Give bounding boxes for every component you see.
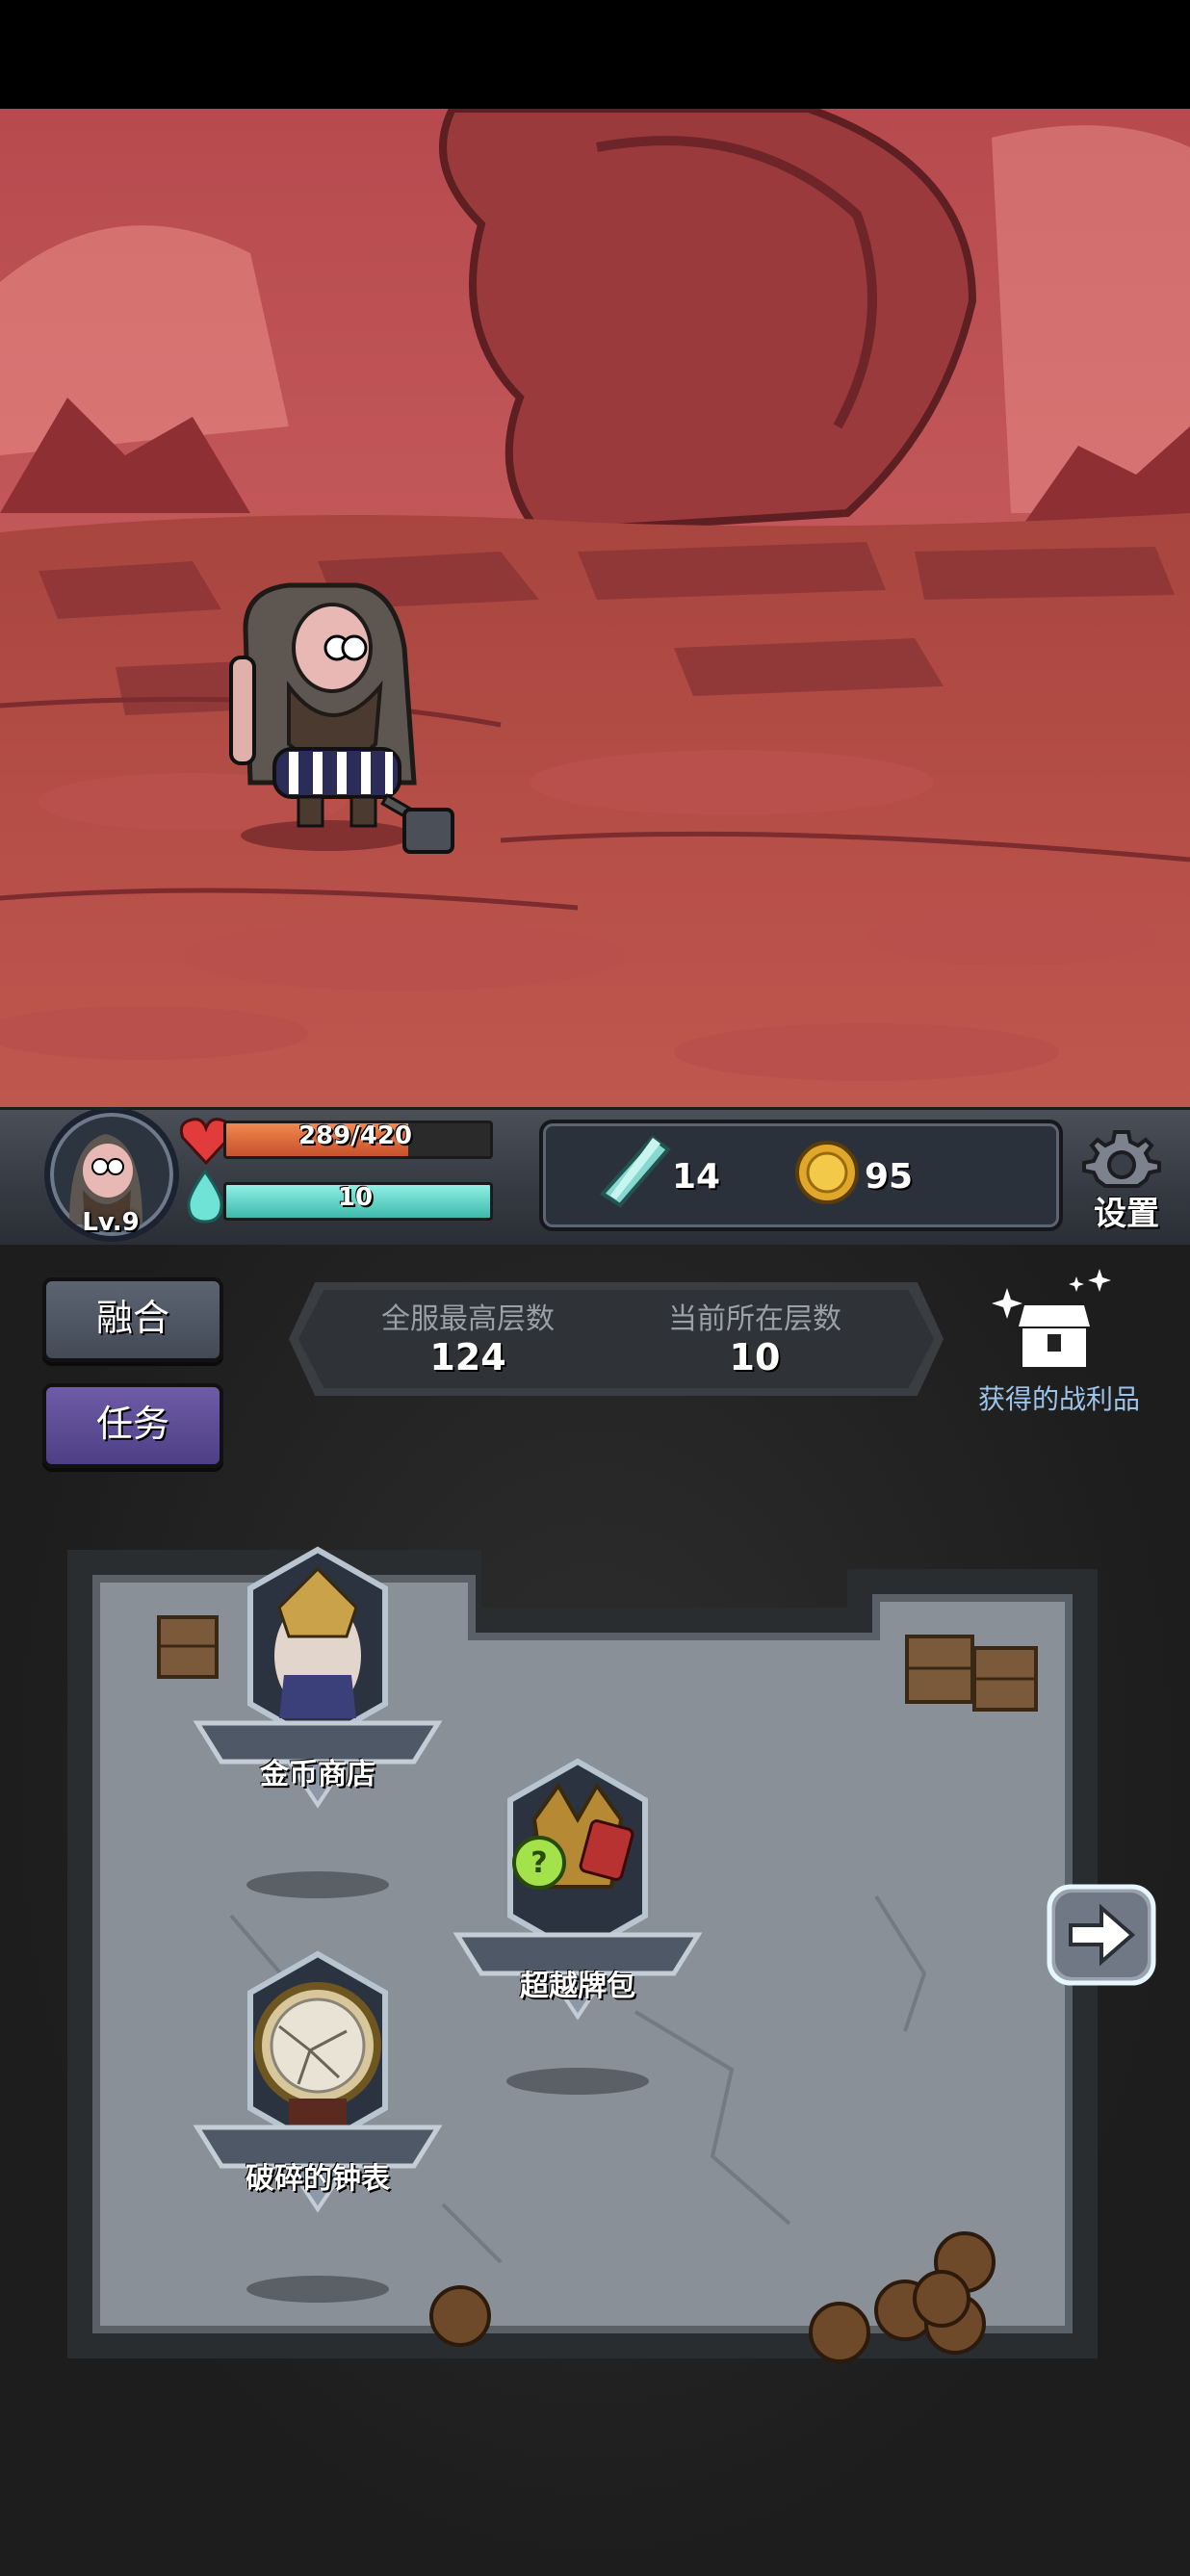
current-floor-label: 当前所在层数 xyxy=(668,1302,841,1336)
coin-icon xyxy=(793,1139,861,1210)
loot-chest-icon[interactable] xyxy=(992,1269,1117,1378)
player-level: Lv.9 xyxy=(82,1208,140,1237)
map-node-label[interactable]: 金币商店 xyxy=(197,1750,438,1792)
server-best-floor-label: 全服最高层数 xyxy=(381,1302,555,1336)
top-black-bar xyxy=(0,0,1190,109)
battle-scene xyxy=(0,109,1190,1107)
quest-button[interactable]: 任务 xyxy=(42,1383,223,1468)
map-node-label[interactable]: 破碎的钟表 xyxy=(197,2154,438,2197)
settings-button[interactable]: 设置 xyxy=(1078,1187,1175,1234)
fusion-button[interactable]: 融合 xyxy=(42,1277,223,1362)
mana-drop-icon xyxy=(183,1169,227,1227)
hp-text: 289/420 xyxy=(298,1121,413,1150)
next-arrow-button[interactable] xyxy=(1042,1879,1161,1995)
server-best-floor-value: 124 xyxy=(429,1336,506,1378)
crystal-count: 14 xyxy=(672,1157,721,1197)
map-node-label[interactable]: 超越牌包 xyxy=(457,1962,698,2004)
crystal-icon xyxy=(599,1134,672,1213)
mana-text: 10 xyxy=(337,1183,374,1212)
loot-label[interactable]: 获得的战利品 xyxy=(953,1378,1165,1417)
coin-count: 95 xyxy=(865,1157,914,1197)
current-floor-value: 10 xyxy=(729,1336,781,1378)
svg-text:?: ? xyxy=(530,1846,547,1880)
